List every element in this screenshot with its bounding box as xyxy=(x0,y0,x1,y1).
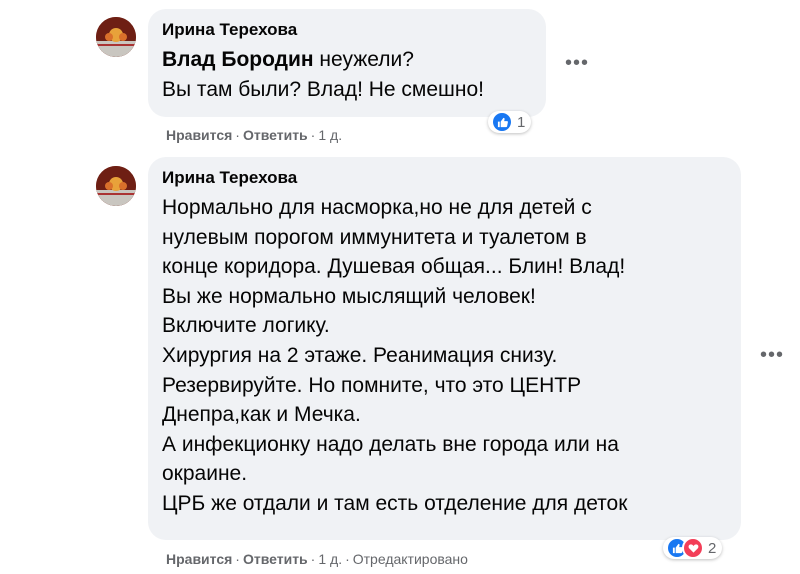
reply-button[interactable]: Ответить xyxy=(243,551,308,567)
reaction-count: 1 xyxy=(517,113,526,131)
reaction-count: 2 xyxy=(708,539,717,557)
comment-author[interactable]: Ирина Терехова xyxy=(162,19,532,41)
mention-link[interactable]: Влад Бородин xyxy=(162,48,314,71)
reactions-summary[interactable]: 2 xyxy=(663,537,723,559)
separator-dot: · xyxy=(235,127,240,143)
avatar[interactable] xyxy=(96,166,136,206)
like-icon xyxy=(491,111,513,133)
edited-label[interactable]: Отредактировано xyxy=(353,551,468,567)
comment-author[interactable]: Ирина Терехова xyxy=(162,167,727,189)
reactions-summary[interactable]: 1 xyxy=(488,111,532,133)
separator-dot: · xyxy=(235,551,240,567)
like-button[interactable]: Нравится xyxy=(166,127,232,143)
reply-button[interactable]: Ответить xyxy=(243,127,308,143)
avatar[interactable] xyxy=(96,17,136,57)
comment-actions: Нравится · Ответить · 1 д. xyxy=(166,126,342,144)
like-button[interactable]: Нравится xyxy=(166,551,232,567)
more-options-button[interactable]: ••• xyxy=(760,345,784,365)
comment-text-part: неужели? xyxy=(313,48,414,71)
comment-text-line: Вы там были? Влад! Не смешно! xyxy=(162,77,485,101)
separator-dot: · xyxy=(345,551,350,567)
separator-dot: · xyxy=(310,551,316,567)
separator-dot: · xyxy=(310,127,316,143)
love-icon xyxy=(682,537,704,559)
comment-text: Влад Бородин неужели? xyxy=(162,45,532,75)
comment-actions: Нравится · Ответить · 1 д. · Отредактировано xyxy=(166,550,468,568)
comment-bubble: Ирина Терехова Нормально для насморка,но… xyxy=(148,157,741,540)
comment-timestamp[interactable]: 1 д. xyxy=(318,127,342,143)
more-options-button[interactable]: ••• xyxy=(565,53,589,73)
comment-timestamp[interactable]: 1 д. xyxy=(318,551,342,567)
comment-bubble: Ирина Терехова Влад Бородин неужели? Вы … xyxy=(148,9,546,117)
comment-text: Нормально для насморка,но не для детей с… xyxy=(162,196,628,515)
